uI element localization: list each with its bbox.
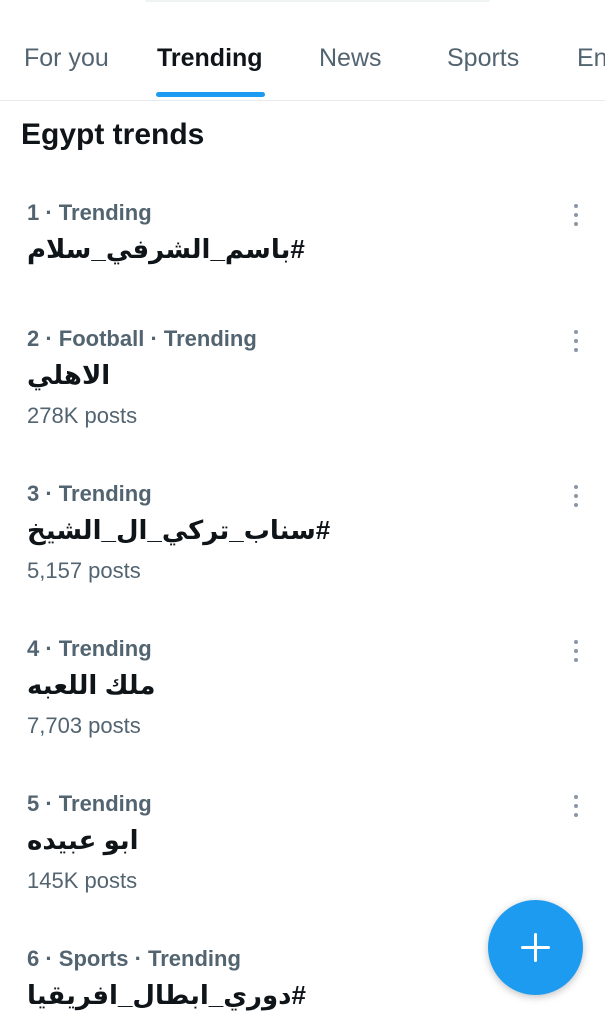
trend-post-count: 5,157 posts — [27, 558, 141, 583]
tab-sports[interactable]: Sports — [447, 44, 519, 73]
active-tab-indicator — [156, 92, 265, 97]
trend-name: #باسم_الشرفي_سلام — [27, 234, 305, 264]
trend-meta: 3 · Trending — [27, 481, 152, 506]
trend-meta: 6 · Sports · Trending — [27, 946, 241, 971]
trend-meta: 1 · Trending — [27, 200, 152, 225]
trend-post-count: 278K posts — [27, 403, 138, 428]
trend-post-count: 7,703 posts — [27, 713, 141, 738]
trend-name: ابو عبيده — [27, 825, 139, 855]
compose-button[interactable] — [488, 900, 583, 995]
tab-entertainment[interactable]: En — [577, 44, 605, 73]
explore-tabs: For you Trending News Sports En — [0, 0, 605, 101]
trend-name: الاهلي — [27, 360, 111, 390]
trend-name: #سناب_تركي_ال_الشيخ — [27, 515, 331, 545]
trend-meta: 2 · Football · Trending — [27, 326, 257, 351]
tab-for-you[interactable]: For you — [24, 44, 109, 73]
more-vertical-icon[interactable] — [563, 198, 589, 232]
trend-post-count: 145K posts — [27, 868, 138, 893]
tab-news[interactable]: News — [319, 44, 382, 73]
plus-icon — [521, 933, 550, 962]
more-vertical-icon[interactable] — [563, 324, 589, 358]
trend-name: ملك اللعبه — [27, 670, 156, 700]
section-title: Egypt trends — [21, 118, 205, 151]
more-vertical-icon[interactable] — [563, 479, 589, 513]
trend-name: #دوري_ابطال_افريقيا — [27, 980, 306, 1010]
more-vertical-icon[interactable] — [563, 634, 589, 668]
tab-trending[interactable]: Trending — [157, 44, 263, 73]
trend-meta: 5 · Trending — [27, 791, 152, 816]
trend-meta: 4 · Trending — [27, 636, 152, 661]
more-vertical-icon[interactable] — [563, 789, 589, 823]
